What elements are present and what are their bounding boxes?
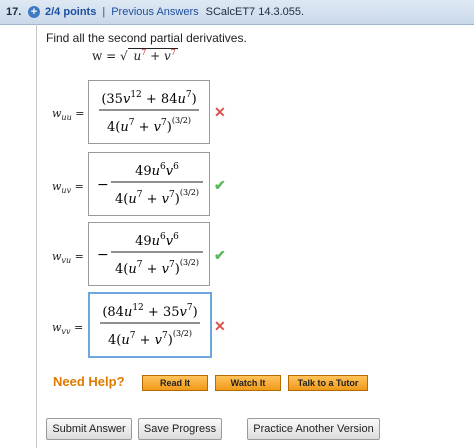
radicand-u-exponent: 7 (141, 48, 147, 57)
svg-text:(84u12 + 35v7): (84u12 + 35v7) (102, 303, 197, 320)
svg-text:−: − (97, 247, 109, 263)
function-definition: w = √ u7 + v7 (92, 48, 178, 63)
math-expression-wvu: − 49u6v6 4(u7 + v7)(3/2) (97, 232, 203, 277)
radicand-v: v (164, 49, 171, 63)
expand-plus-icon[interactable]: + (28, 6, 40, 18)
problem-prompt: Find all the second partial derivatives. (46, 31, 247, 45)
answer-label-wuu: wuu = (52, 107, 85, 123)
save-progress-button[interactable]: Save Progress (138, 418, 222, 440)
svg-text:−: − (97, 177, 109, 193)
radicand-plus: + (150, 49, 161, 63)
question-header: 17. + 2/4 points | Previous Answers SCal… (0, 0, 474, 25)
watch-it-button[interactable]: Watch It (215, 375, 281, 391)
svg-text:49u6v6: 49u6v6 (135, 162, 179, 179)
svg-text:4(u7 + v7)(3/2): 4(u7 + v7)(3/2) (108, 329, 192, 348)
points-link[interactable]: 2/4 points (45, 6, 96, 18)
function-lhs: w = (92, 49, 117, 63)
question-number: 17. (6, 6, 22, 18)
answer-input-wuu[interactable]: (35v12 + 84u7) 4(u7 + v7)(3/2) (88, 80, 210, 144)
math-expression-wvv: (84u12 + 35v7) 4(u7 + v7)(3/2) (100, 303, 200, 348)
submit-answer-button[interactable]: Submit Answer (46, 418, 132, 440)
svg-text:4(u7 + v7)(3/2): 4(u7 + v7)(3/2) (115, 258, 199, 277)
sqrt-icon: √ (119, 49, 128, 63)
read-it-button[interactable]: Read It (142, 375, 208, 391)
svg-text:4(u7 + v7)(3/2): 4(u7 + v7)(3/2) (115, 188, 199, 207)
talk-to-tutor-button[interactable]: Talk to a Tutor (288, 375, 368, 391)
incorrect-x-icon: ✕ (214, 318, 226, 334)
incorrect-x-icon: ✕ (214, 104, 226, 120)
answer-input-wvu[interactable]: − 49u6v6 4(u7 + v7)(3/2) (88, 222, 210, 286)
previous-answers-link[interactable]: Previous Answers (111, 6, 198, 18)
question-divider (36, 24, 37, 448)
math-expression-wuu: (35v12 + 84u7) 4(u7 + v7)(3/2) (99, 90, 199, 135)
radicand-v-exponent: 7 (170, 48, 176, 57)
answer-label-wvv: wvv = (52, 321, 84, 337)
svg-text:(35v12 + 84u7): (35v12 + 84u7) (101, 90, 196, 107)
header-separator: | (102, 6, 106, 18)
answer-label-wvu: wvu = (52, 250, 84, 266)
math-expression-wuv: − 49u6v6 4(u7 + v7)(3/2) (97, 162, 203, 207)
answer-input-wvv[interactable]: (84u12 + 35v7) 4(u7 + v7)(3/2) (88, 292, 212, 358)
need-help-label: Need Help? (53, 374, 125, 389)
textbook-reference: SCalcET7 14.3.055. (205, 6, 305, 18)
answer-input-wuv[interactable]: − 49u6v6 4(u7 + v7)(3/2) (88, 152, 210, 216)
svg-text:49u6v6: 49u6v6 (135, 232, 179, 249)
practice-another-version-button[interactable]: Practice Another Version (247, 418, 380, 440)
correct-check-icon: ✔ (214, 177, 226, 193)
correct-check-icon: ✔ (214, 247, 226, 263)
answer-label-wuv: wuv = (52, 180, 84, 196)
svg-text:4(u7 + v7)(3/2): 4(u7 + v7)(3/2) (107, 116, 191, 135)
